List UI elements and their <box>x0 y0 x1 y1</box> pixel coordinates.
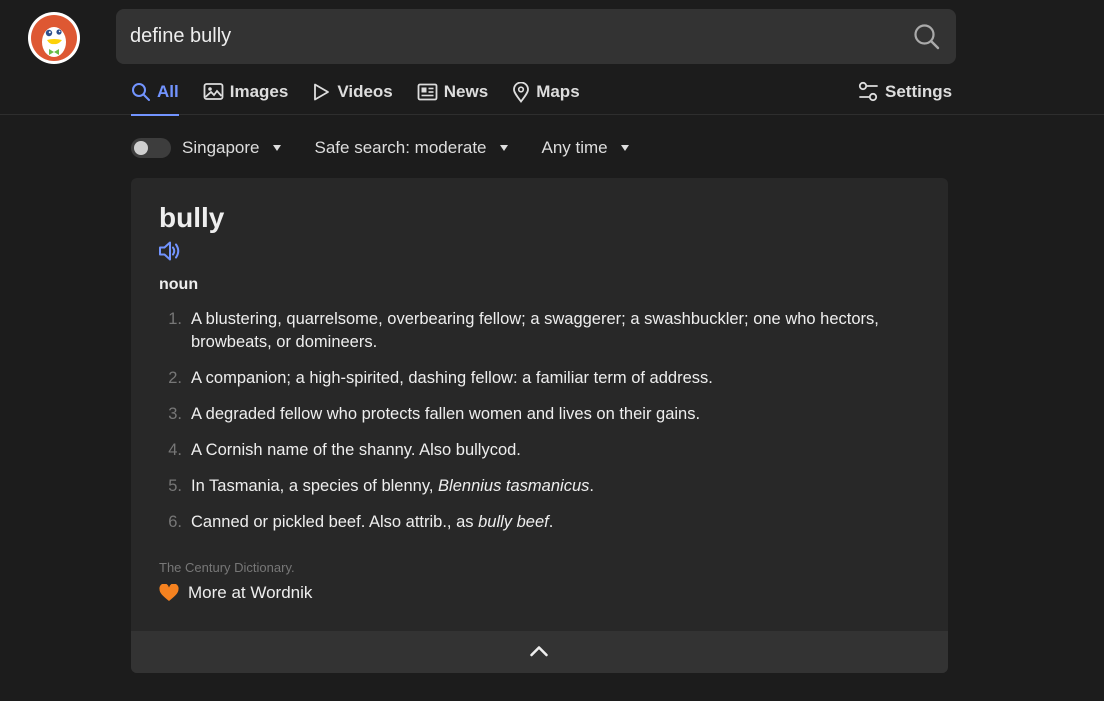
definition-text: Canned or pickled beef. Also attrib., as… <box>191 511 899 534</box>
search-button[interactable] <box>912 22 942 52</box>
search-input[interactable] <box>130 19 890 53</box>
definition-number: 3. <box>168 405 182 423</box>
search-icon <box>132 83 150 101</box>
definition-text: In Tasmania, a species of blenny, Blenni… <box>191 475 899 498</box>
definition-text: A companion; a high-spirited, dashing fe… <box>191 369 713 387</box>
definition-text: A Cornish name of the shanny. Also bully… <box>191 441 521 459</box>
duckduckgo-logo[interactable] <box>28 12 80 64</box>
tab-images-label: Images <box>229 82 289 101</box>
newspaper-icon <box>417 83 438 101</box>
speaker-icon[interactable] <box>158 240 183 262</box>
search-filters: Singapore Safe search: moderate Any time <box>131 133 663 163</box>
definition-number: 4. <box>168 441 182 459</box>
region-label: Singapore <box>182 138 260 157</box>
region-dropdown[interactable]: Singapore <box>182 138 281 158</box>
definition-text: A blustering, quarrelsome, overbearing f… <box>191 310 879 351</box>
search-box <box>116 9 956 64</box>
search-nav-tabs: All Images Videos News Maps <box>131 78 604 116</box>
tab-all-label: All <box>157 82 179 101</box>
tab-maps-label: Maps <box>536 82 580 101</box>
image-icon <box>203 83 224 100</box>
definition-text-main: Canned or pickled beef. Also attrib., as <box>191 513 479 531</box>
definition-number: 2. <box>168 369 182 387</box>
safe-search-dropdown[interactable]: Safe search: moderate <box>315 138 508 158</box>
settings-button[interactable]: Settings <box>858 78 952 106</box>
wordnik-link-label: More at Wordnik <box>188 583 313 602</box>
definition-text-end: . <box>589 477 594 495</box>
definition-number: 5. <box>168 477 182 495</box>
definition-text: A degraded fellow who protects fallen wo… <box>191 405 701 423</box>
dictionary-source: The Century Dictionary. <box>159 560 295 575</box>
definition-item: 4. A Cornish name of the shanny. Also bu… <box>159 439 899 462</box>
tab-videos-label: Videos <box>337 82 393 101</box>
definition-item: 3. A degraded fellow who protects fallen… <box>159 403 899 426</box>
time-label: Any time <box>541 138 608 157</box>
tab-maps[interactable]: Maps <box>512 78 580 116</box>
definition-item: 6. Canned or pickled beef. Also attrib.,… <box>159 511 899 534</box>
definition-number: 6. <box>168 513 182 531</box>
definition-item: 2. A companion; a high-spirited, dashing… <box>159 367 899 390</box>
definition-text-end: . <box>548 513 554 531</box>
example-term: bully beef <box>478 513 549 531</box>
definition-text-main: In Tasmania, a species of blenny, <box>191 477 439 495</box>
species-name: Blennius tasmanicus <box>438 477 590 495</box>
definition-number: 1. <box>168 310 182 328</box>
map-pin-icon <box>513 82 530 103</box>
tab-images[interactable]: Images <box>203 78 289 116</box>
definition-word: bully <box>159 202 225 233</box>
tab-videos[interactable]: Videos <box>312 78 393 116</box>
wordnik-link[interactable]: More at Wordnik <box>159 583 312 603</box>
caret-down-icon <box>499 145 508 151</box>
caret-down-icon <box>620 145 629 151</box>
tab-news-label: News <box>443 82 489 101</box>
sliders-icon <box>858 81 878 102</box>
time-dropdown[interactable]: Any time <box>542 138 629 158</box>
definition-list: 1. A blustering, quarrelsome, overbearin… <box>159 308 899 547</box>
definition-card: bully noun 1. A blustering, quarrelsome,… <box>131 178 948 673</box>
region-toggle[interactable] <box>131 138 171 158</box>
tab-news[interactable]: News <box>417 78 488 116</box>
tab-all[interactable]: All <box>131 78 179 116</box>
definition-item: 1. A blustering, quarrelsome, overbearin… <box>159 308 899 354</box>
definition-item: 5. In Tasmania, a species of blenny, Ble… <box>159 475 899 498</box>
chevron-up-icon <box>530 646 548 657</box>
part-of-speech: noun <box>159 276 199 293</box>
caret-down-icon <box>272 145 281 151</box>
collapse-button[interactable] <box>131 631 948 673</box>
top-bar: All Images Videos News <box>0 0 1104 116</box>
safe-search-label: Safe search: moderate <box>314 138 487 157</box>
play-icon <box>314 83 330 101</box>
settings-label: Settings <box>885 82 953 101</box>
heart-icon <box>159 584 179 601</box>
